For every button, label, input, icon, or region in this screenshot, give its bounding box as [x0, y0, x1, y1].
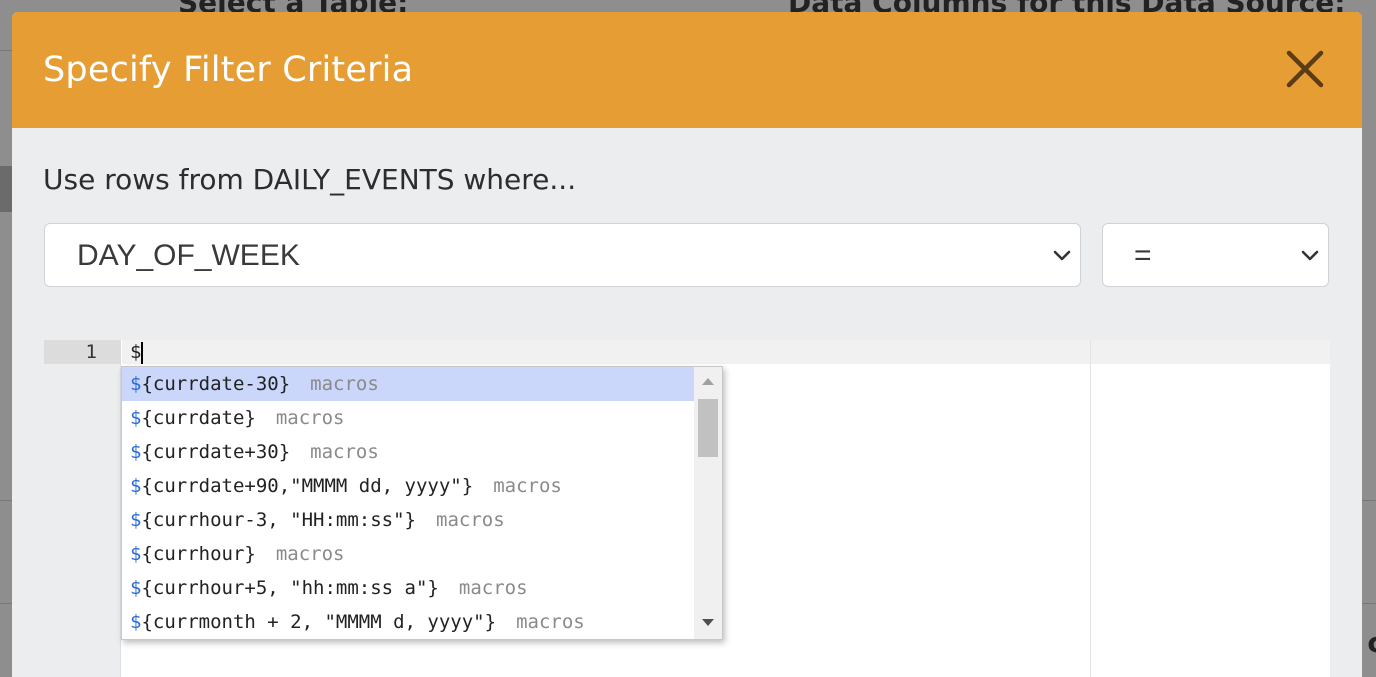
background-divider [0, 500, 12, 501]
autocomplete-item-value: {currmonth + 2, "MMMM d, yyyy"} [141, 611, 497, 633]
autocomplete-item[interactable]: ${currhour+5, "hh:mm:ss a"} macros [122, 571, 694, 605]
editor-text: $ [130, 341, 142, 363]
active-line-highlight [122, 340, 1330, 364]
autocomplete-item-value: {currdate+30} [141, 441, 291, 463]
autocomplete-item[interactable]: ${currmonth + 2, "MMMM d, yyyy"} macros [122, 605, 694, 639]
autocomplete-item-meta: macros [310, 373, 379, 395]
autocomplete-item-meta: macros [493, 475, 562, 497]
autocomplete-item-prefix: $ [130, 577, 142, 599]
autocomplete-item[interactable]: ${currdate} macros [122, 401, 694, 435]
autocomplete-item[interactable]: ${currdate+90,"MMMM dd, yyyy"} macros [122, 469, 694, 503]
modal-header: Specify Filter Criteria [12, 12, 1362, 128]
autocomplete-item-value: {currdate+90,"MMMM dd, yyyy"} [141, 475, 474, 497]
close-button[interactable] [1284, 48, 1328, 92]
autocomplete-item[interactable]: ${currhour} macros [122, 537, 694, 571]
filter-intro-text: Use rows from DAILY_EVENTS where... [43, 163, 577, 196]
column-select-value: DAY_OF_WEEK [77, 239, 300, 272]
background-divider [1362, 603, 1376, 604]
background-bar [0, 166, 12, 212]
autocomplete-item[interactable]: ${currdate-30} macros [122, 367, 694, 401]
autocomplete-item[interactable]: ${currhour-3, "HH:mm:ss"} macros [122, 503, 694, 537]
background-divider [0, 603, 12, 604]
autocomplete-item-meta: macros [275, 543, 345, 565]
print-margin [1090, 340, 1091, 677]
autocomplete-item-value: {currhour} [141, 543, 256, 565]
close-icon [1286, 50, 1324, 88]
autocomplete-item-prefix: $ [130, 611, 142, 633]
editor-gutter [44, 340, 121, 677]
autocomplete-item-prefix: $ [130, 441, 142, 463]
autocomplete-item-value: {currdate} [141, 407, 256, 429]
autocomplete-item-meta: macros [310, 441, 379, 463]
autocomplete-item-value: {currhour-3, "HH:mm:ss"} [141, 509, 416, 531]
autocomplete-list: ${currdate-30} macros ${currdate} macros ${c… [122, 367, 694, 639]
autocomplete-item[interactable]: ${currdate+30} macros [122, 435, 694, 469]
line-number: 1 [44, 340, 121, 364]
scroll-down-arrow-icon[interactable] [698, 613, 718, 633]
scrollbar-thumb[interactable] [698, 399, 718, 457]
autocomplete-item-prefix: $ [130, 543, 142, 565]
autocomplete-item-prefix: $ [130, 509, 142, 531]
autocomplete-item-value: {currhour+5, "hh:mm:ss a"} [141, 577, 439, 599]
modal-title: Specify Filter Criteria [43, 50, 414, 90]
background-divider [1362, 500, 1376, 501]
text-cursor [141, 341, 144, 364]
operator-select-value: = [1134, 239, 1152, 272]
scroll-up-arrow-icon[interactable] [698, 371, 718, 391]
autocomplete-popup: ${currdate-30} macros ${currdate} macros ${c… [121, 366, 723, 640]
autocomplete-item-meta: macros [275, 407, 345, 429]
chevron-down-icon [1301, 250, 1319, 261]
background-divider [0, 50, 12, 51]
autocomplete-item-prefix: $ [130, 407, 142, 429]
autocomplete-item-meta: macros [436, 509, 505, 531]
autocomplete-item-value: {currdate-30} [141, 373, 291, 395]
autocomplete-item-meta: macros [516, 611, 585, 633]
autocomplete-item-prefix: $ [130, 373, 142, 395]
autocomplete-scrollbar[interactable] [694, 367, 722, 639]
column-select[interactable]: DAY_OF_WEEK [44, 223, 1081, 287]
chevron-down-icon [1053, 250, 1071, 261]
autocomplete-item-prefix: $ [130, 475, 142, 497]
background-edge-text: c [1367, 626, 1376, 659]
editor-content[interactable]: $ [130, 340, 144, 364]
autocomplete-item-meta: macros [458, 577, 528, 599]
operator-select[interactable]: = [1102, 223, 1329, 287]
